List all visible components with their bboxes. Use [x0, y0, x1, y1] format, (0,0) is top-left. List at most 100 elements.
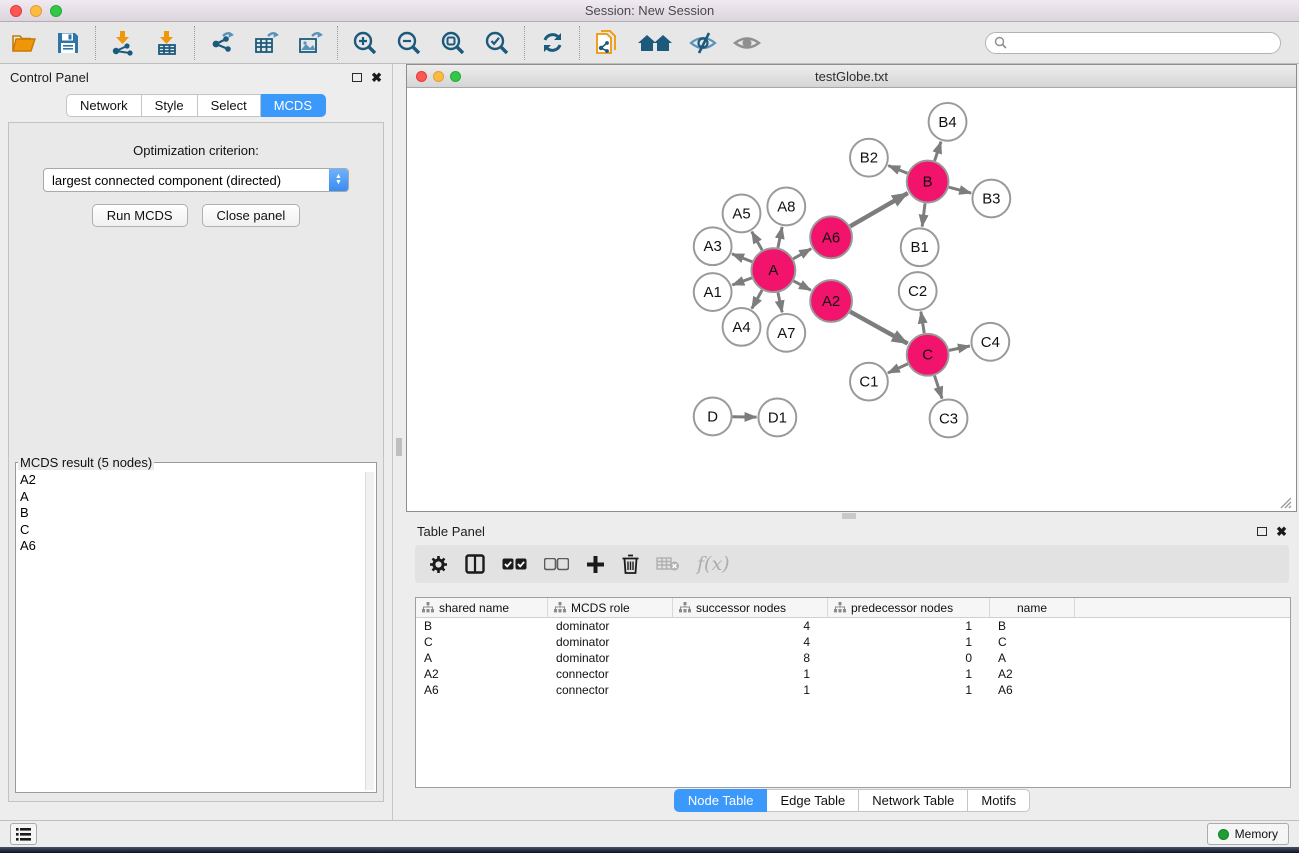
column-header-shared-name[interactable]: shared name — [416, 598, 548, 617]
column-header-predecessor-nodes[interactable]: predecessor nodes — [828, 598, 990, 617]
open-session-icon[interactable] — [8, 27, 40, 59]
graph-node-C2[interactable]: C2 — [899, 272, 937, 310]
graph-node-A5[interactable]: A5 — [723, 195, 761, 233]
close-table-panel-icon[interactable]: ✖ — [1276, 525, 1287, 538]
graph-edge-B-B4[interactable] — [935, 142, 941, 161]
tab-network-table[interactable]: Network Table — [859, 789, 968, 812]
graph-edge-A-A5[interactable] — [752, 232, 762, 251]
table-cell[interactable]: A6 — [416, 682, 548, 698]
graph-edge-C-C1[interactable] — [888, 364, 908, 373]
graph-node-B[interactable]: B — [907, 161, 949, 203]
tab-mcds[interactable]: MCDS — [261, 94, 326, 117]
graph-edge-C-C3[interactable] — [935, 376, 943, 399]
table-cell[interactable]: 1 — [673, 666, 828, 682]
graph-node-B2[interactable]: B2 — [850, 139, 888, 177]
graph-node-C1[interactable]: C1 — [850, 363, 888, 401]
mcds-result-item[interactable]: B — [20, 505, 364, 522]
result-scrollbar[interactable] — [365, 472, 374, 790]
mcds-result-item[interactable]: A6 — [20, 538, 364, 555]
graph-node-C4[interactable]: C4 — [971, 323, 1009, 361]
graph-node-A1[interactable]: A1 — [694, 273, 732, 311]
graph-edge-A-A8[interactable] — [778, 227, 782, 248]
graph-node-D[interactable]: D — [694, 398, 732, 436]
graph-node-A[interactable]: A — [751, 248, 795, 292]
panel-divider[interactable] — [392, 64, 405, 820]
tab-motifs[interactable]: Motifs — [968, 789, 1030, 812]
zoom-out-icon[interactable] — [393, 27, 425, 59]
close-panel-button[interactable]: Close panel — [202, 204, 301, 227]
graph-edge-A-A4[interactable] — [752, 290, 762, 309]
graph-node-A8[interactable]: A8 — [767, 188, 805, 226]
graph-node-A7[interactable]: A7 — [767, 314, 805, 352]
column-header-mcds-role[interactable]: MCDS role — [548, 598, 673, 617]
zoom-selected-icon[interactable] — [481, 27, 513, 59]
table-cell[interactable]: 1 — [828, 634, 990, 650]
graph-node-B3[interactable]: B3 — [972, 180, 1010, 218]
search-field[interactable] — [1011, 36, 1272, 50]
deselect-all-icon[interactable] — [544, 558, 569, 571]
graph-edge-A6-B[interactable] — [850, 193, 908, 226]
export-image-icon[interactable] — [294, 27, 326, 59]
mcds-result-item[interactable]: A — [20, 489, 364, 506]
mcds-result-item[interactable]: C — [20, 522, 364, 539]
divider-handle-icon[interactable] — [396, 438, 402, 456]
search-input[interactable] — [985, 32, 1281, 54]
table-row[interactable]: Adominator80A — [416, 650, 1290, 666]
table-cell[interactable]: A6 — [990, 682, 1075, 698]
column-header-successor-nodes[interactable]: successor nodes — [673, 598, 828, 617]
tab-network[interactable]: Network — [66, 94, 142, 117]
graph-edge-A-A6[interactable] — [793, 249, 811, 259]
table-cell[interactable]: 1 — [828, 666, 990, 682]
add-column-icon[interactable] — [586, 555, 605, 574]
table-cell[interactable]: 8 — [673, 650, 828, 666]
network-window-titlebar[interactable]: testGlobe.txt — [407, 65, 1296, 88]
graph-edge-B-B1[interactable] — [922, 203, 925, 226]
table-cell[interactable]: A — [990, 650, 1075, 666]
show-all-icon[interactable] — [731, 27, 763, 59]
function-builder-icon[interactable]: f(x) — [697, 553, 730, 575]
table-cell[interactable]: 0 — [828, 650, 990, 666]
new-session-from-network-icon[interactable] — [591, 27, 623, 59]
delete-table-icon[interactable] — [656, 556, 680, 572]
table-cell[interactable]: B — [990, 618, 1075, 634]
zoom-in-icon[interactable] — [349, 27, 381, 59]
table-row[interactable]: Cdominator41C — [416, 634, 1290, 650]
table-cell[interactable]: dominator — [548, 650, 673, 666]
table-row[interactable]: A2connector11A2 — [416, 666, 1290, 682]
graph-edge-A-A2[interactable] — [794, 281, 811, 290]
select-all-icon[interactable] — [502, 558, 527, 571]
table-cell[interactable]: connector — [548, 682, 673, 698]
graph-node-A3[interactable]: A3 — [694, 227, 732, 265]
tab-node-table[interactable]: Node Table — [674, 789, 768, 812]
table-cell[interactable]: 1 — [673, 682, 828, 698]
table-cell[interactable]: C — [416, 634, 548, 650]
import-network-icon[interactable] — [107, 27, 139, 59]
table-cell[interactable]: 1 — [828, 618, 990, 634]
hide-selected-icon[interactable] — [687, 27, 719, 59]
table-cell[interactable]: A2 — [416, 666, 548, 682]
export-table-icon[interactable] — [250, 27, 282, 59]
graph-node-A4[interactable]: A4 — [723, 308, 761, 346]
graph-edge-A-A1[interactable] — [732, 278, 752, 285]
graph-edge-C-C4[interactable] — [949, 346, 970, 350]
memory-button[interactable]: Memory — [1207, 823, 1289, 845]
graph-node-C[interactable]: C — [907, 334, 949, 376]
float-panel-icon[interactable] — [352, 73, 362, 82]
delete-icon[interactable] — [622, 554, 639, 574]
graph-edge-A2-C[interactable] — [850, 312, 907, 344]
gear-icon[interactable] — [429, 555, 448, 574]
task-history-icon[interactable] — [10, 823, 37, 845]
tab-edge-table[interactable]: Edge Table — [767, 789, 859, 812]
save-session-icon[interactable] — [52, 27, 84, 59]
tab-select[interactable]: Select — [198, 94, 261, 117]
graph-node-D1[interactable]: D1 — [758, 399, 796, 437]
graph-edge-A-A3[interactable] — [732, 254, 752, 262]
table-cell[interactable]: connector — [548, 666, 673, 682]
table-cell[interactable]: A2 — [990, 666, 1075, 682]
table-cell[interactable]: 1 — [828, 682, 990, 698]
graph-node-A2[interactable]: A2 — [810, 280, 852, 322]
graph-edge-A-A7[interactable] — [778, 293, 782, 313]
graph-node-C3[interactable]: C3 — [930, 400, 968, 438]
home-icon[interactable] — [635, 27, 675, 59]
graph-node-A6[interactable]: A6 — [810, 216, 852, 258]
